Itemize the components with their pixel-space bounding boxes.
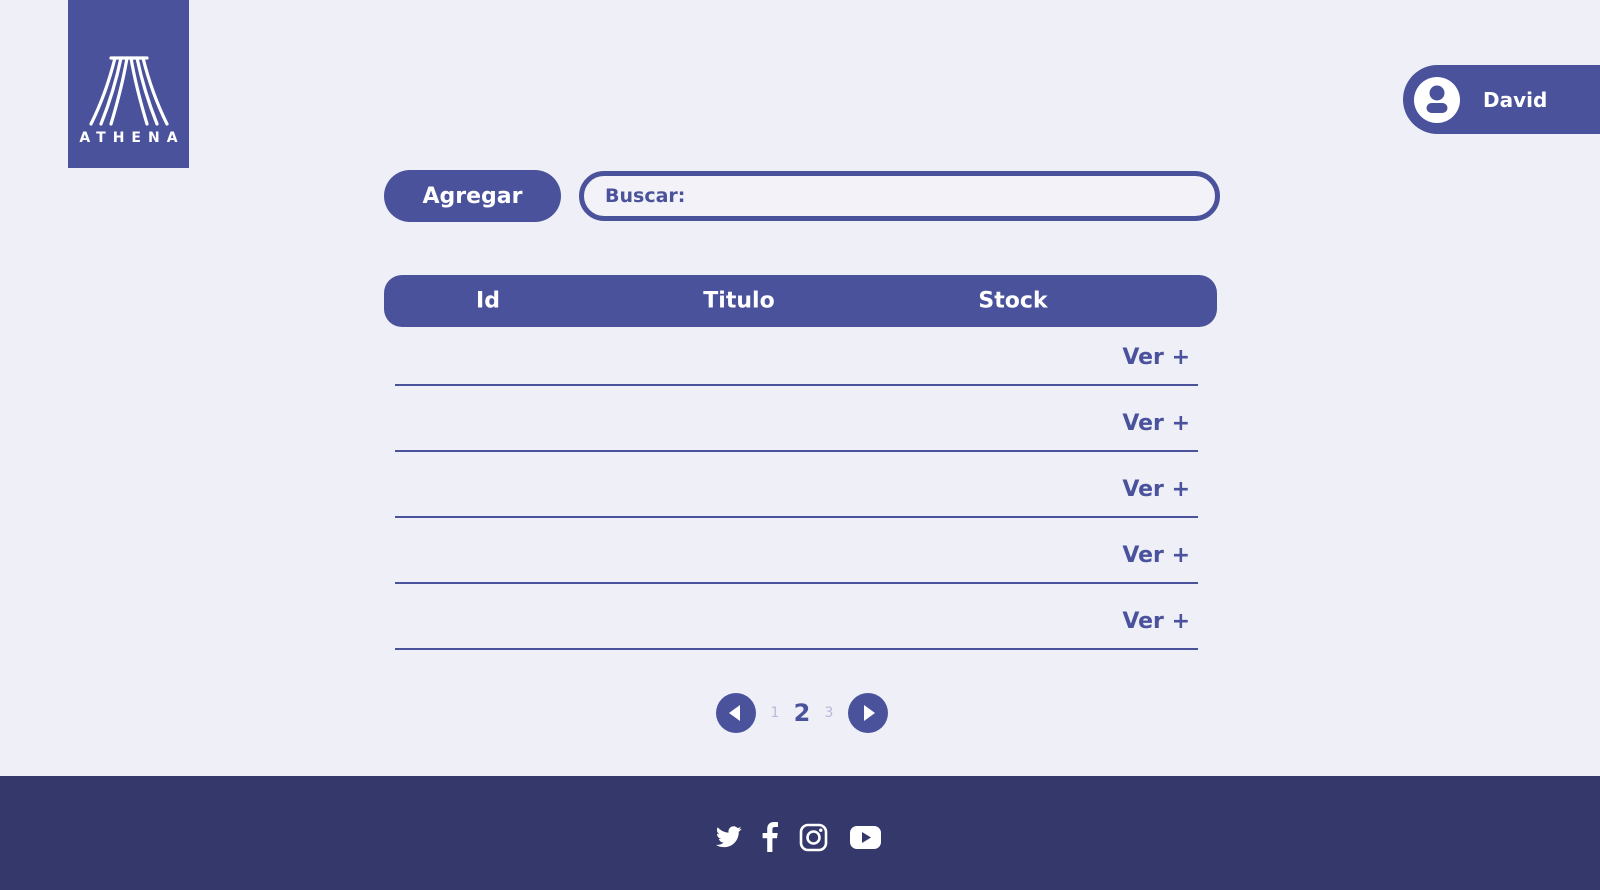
page-number-3[interactable]: 3	[818, 705, 840, 721]
column-header-id[interactable]: Id	[476, 289, 500, 314]
next-page-button[interactable]	[848, 693, 888, 733]
table-row: Ver +	[395, 584, 1198, 650]
youtube-icon[interactable]	[849, 825, 881, 849]
user-name: David	[1483, 87, 1548, 112]
view-more-link[interactable]: Ver +	[1122, 411, 1190, 436]
column-header-stock[interactable]: Stock	[978, 289, 1047, 314]
prev-page-button[interactable]	[716, 693, 756, 733]
user-avatar-icon	[1414, 76, 1460, 123]
table-row: Ver +	[395, 452, 1198, 518]
search-box[interactable]: Buscar:	[579, 171, 1220, 221]
view-more-link[interactable]: Ver +	[1122, 345, 1190, 370]
view-more-link[interactable]: Ver +	[1122, 477, 1190, 502]
table-row: Ver +	[395, 327, 1198, 386]
table-body: Ver + Ver + Ver + Ver + Ver +	[395, 327, 1198, 650]
page-number-1[interactable]: 1	[764, 705, 786, 721]
view-more-link[interactable]: Ver +	[1122, 543, 1190, 568]
arrow-left-icon	[729, 705, 740, 721]
facebook-icon[interactable]	[760, 822, 780, 852]
column-header-titulo[interactable]: Titulo	[703, 289, 774, 314]
search-label: Buscar:	[605, 185, 686, 207]
add-button[interactable]: Agregar	[384, 170, 561, 222]
arrow-right-icon	[864, 705, 875, 721]
page-number-2[interactable]: 2	[786, 699, 818, 727]
instagram-icon[interactable]	[798, 823, 828, 852]
logo-text: ATHENA	[79, 130, 185, 146]
table-row: Ver +	[395, 386, 1198, 452]
twitter-icon[interactable]	[715, 826, 743, 848]
search-input[interactable]	[693, 176, 1195, 216]
view-more-link[interactable]: Ver +	[1122, 609, 1190, 634]
table-row: Ver +	[395, 518, 1198, 584]
social-links	[715, 821, 881, 853]
pagination: 1 2 3	[716, 693, 888, 733]
table-header: Id Titulo Stock	[384, 275, 1217, 327]
athena-logo-icon	[88, 56, 169, 126]
user-menu[interactable]: David	[1403, 65, 1600, 134]
athena-logo[interactable]: ATHENA	[68, 0, 189, 168]
